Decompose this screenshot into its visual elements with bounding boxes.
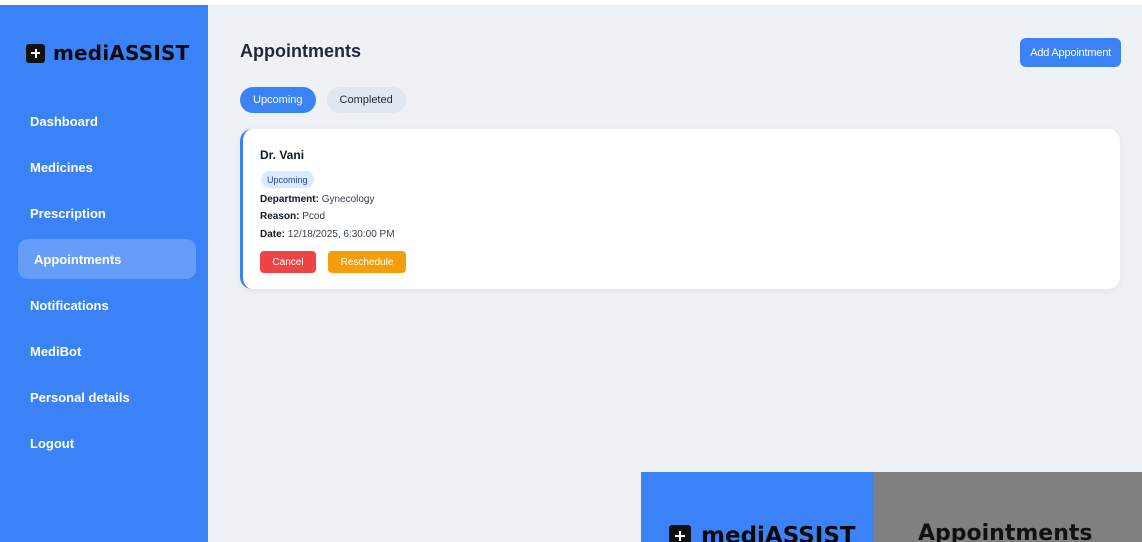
plus-square-icon <box>26 43 45 63</box>
status-badge: Upcoming <box>261 171 314 188</box>
sidebar-item-personal-details[interactable]: Personal details <box>18 377 196 417</box>
tab-upcoming[interactable]: Upcoming <box>240 87 316 113</box>
add-appointment-button[interactable]: Add Appointment <box>1020 38 1121 67</box>
date-label: Date: <box>260 229 286 240</box>
preview-main: Appointments <box>874 472 1142 542</box>
preview-plus-square-icon <box>669 525 691 542</box>
sidebar: mediASSIST Dashboard Medicines Prescript… <box>0 5 208 542</box>
date-value: 12/18/2025, 6:30:00 PM <box>287 229 395 240</box>
main-content: Appointments Add Appointment Upcoming Co… <box>208 5 1142 542</box>
preview-brand-name: mediASSIST <box>701 523 856 542</box>
brand-name: mediASSIST <box>53 41 190 65</box>
tab-completed[interactable]: Completed <box>326 87 406 113</box>
reason-field: Reason: Pcod <box>260 211 325 222</box>
department-value: Gynecology <box>321 194 375 205</box>
department-label: Department: <box>260 194 319 205</box>
sidebar-item-medibot[interactable]: MediBot <box>18 331 196 371</box>
sidebar-item-prescription[interactable]: Prescription <box>18 193 196 233</box>
appointment-tabs: Upcoming Completed <box>240 87 406 113</box>
preview-title: Appointments <box>918 521 1093 542</box>
department-field: Department: Gynecology <box>260 194 375 205</box>
doctor-name: Dr. Vani <box>260 148 305 162</box>
cancel-button[interactable]: Cancel <box>260 251 316 273</box>
reason-value: Pcod <box>302 211 326 222</box>
sidebar-item-notifications[interactable]: Notifications <box>18 285 196 325</box>
appointment-card: Dr. Vani Upcoming Department: Gynecology… <box>240 129 1120 289</box>
brand-logo: mediASSIST <box>26 41 189 65</box>
sidebar-item-dashboard[interactable]: Dashboard <box>18 101 196 141</box>
page-title: Appointments <box>240 41 361 61</box>
sidebar-item-logout[interactable]: Logout <box>18 423 196 463</box>
sidebar-nav: Dashboard Medicines Prescription Appoint… <box>18 101 196 469</box>
reschedule-button[interactable]: Reschedule <box>328 251 406 273</box>
date-field: Date: 12/18/2025, 6:30:00 PM <box>260 229 395 240</box>
preview-sidebar: mediASSIST <box>641 472 874 542</box>
screenshot-preview-thumbnail[interactable]: mediASSIST Appointments <box>641 472 1142 542</box>
reason-label: Reason: <box>260 211 300 222</box>
sidebar-item-medicines[interactable]: Medicines <box>18 147 196 187</box>
sidebar-item-appointments[interactable]: Appointments <box>18 239 196 279</box>
preview-brand: mediASSIST <box>669 523 856 542</box>
appointment-actions: Cancel Reschedule <box>260 251 406 273</box>
